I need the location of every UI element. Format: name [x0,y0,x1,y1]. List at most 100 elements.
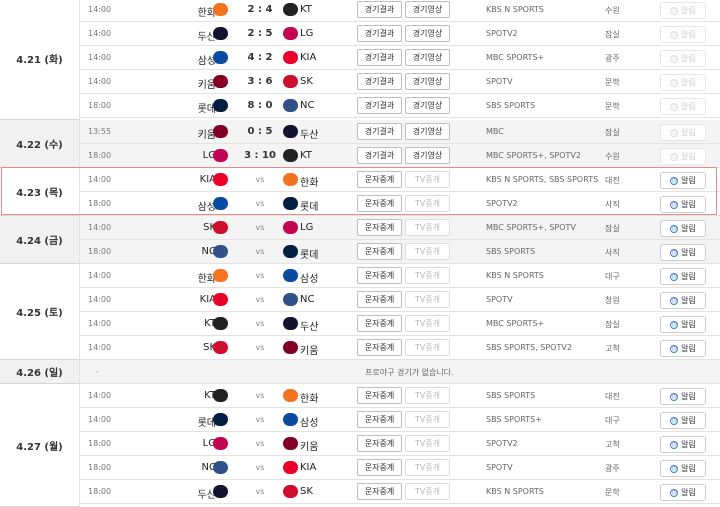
away-team-logo-icon [283,245,298,258]
game-result-button[interactable]: 경기결과 [357,1,402,18]
text-broadcast-button[interactable]: 문자중계 [357,171,402,188]
text-broadcast-button[interactable]: 문자중계 [357,315,402,332]
text-broadcast-button[interactable]: 문자중계 [357,219,402,236]
game-result-button[interactable]: 경기결과 [357,147,402,164]
alarm-button[interactable]: ◷ 알림 [660,292,706,309]
home-team-name: 롯데 [197,418,216,429]
game-result-button[interactable]: 경기결과 [357,123,402,140]
alarm-label: 알림 [681,152,696,161]
alarm-button[interactable]: ◷ 알림 [660,484,706,501]
text-broadcast-button[interactable]: 문자중계 [357,435,402,452]
game-row: 18:00 롯데 8 : 0 NC 경기결과 경기영상 SBS SPORTS 문학 ◷ 알림 [80,94,720,118]
home-team-logo-icon [213,461,228,474]
game-score: 3 : 6 [247,76,273,87]
away-team-logo-icon [283,485,298,498]
home-team-logo-icon [213,3,228,16]
alarm-button[interactable]: ◷ 알림 [660,340,706,357]
broadcaster: SPOTV2 [486,199,518,208]
broadcaster: SPOTV [486,77,513,86]
alarm-button[interactable]: ◷ 알림 [660,388,706,405]
home-team-logo-icon [213,341,228,354]
game-video-button[interactable]: 경기영상 [405,73,450,90]
game-time: 14:00 [88,77,112,86]
text-broadcast-button[interactable]: 문자중계 [357,339,402,356]
home-team-logo-icon [213,99,228,112]
clock-icon: ◷ [670,224,679,233]
game-video-button[interactable]: 경기영상 [405,1,450,18]
alarm-button[interactable]: ◷ 알림 [660,460,706,477]
game-row: 14:00 KIA vs 한화 문자중계 TV중계 KBS N SPORTS, SBS SP… [80,168,720,192]
away-team-logo-icon [283,221,298,234]
game-result-button[interactable]: 경기결과 [357,73,402,90]
stadium: 잠실 [605,224,620,233]
tv-broadcast-button: TV중계 [405,339,450,356]
alarm-label: 알림 [681,464,696,473]
alarm-label: 알림 [681,392,696,401]
stadium: 잠실 [605,30,620,39]
vs-label: vs [255,439,265,448]
alarm-label: 알림 [681,488,696,497]
stadium: 대전 [605,176,620,185]
no-game-dash: - [96,367,99,376]
alarm-button[interactable]: ◷ 알림 [660,268,706,285]
alarm-button[interactable]: ◷ 알림 [660,436,706,453]
alarm-button[interactable]: ◷ 알림 [660,196,706,213]
text-broadcast-button[interactable]: 문자중계 [357,195,402,212]
vs-label: vs [255,295,265,304]
stadium: 수원 [605,152,620,161]
broadcaster: MBC SPORTS+, SPOTV2 [486,151,581,160]
alarm-button[interactable]: ◷ 알림 [660,220,706,237]
home-team-logo-icon [213,317,228,330]
away-team-logo-icon [283,389,298,402]
stadium: 잠실 [605,128,620,137]
away-team-name: 롯데 [300,250,319,261]
alarm-button[interactable]: ◷ 알림 [660,412,706,429]
game-row: 18:00 NC vs 롯데 문자중계 TV중계 SBS SPORTS 사직 ◷ 알림 [80,240,720,264]
away-team-name: KIA [300,52,317,63]
game-video-button[interactable]: 경기영상 [405,123,450,140]
alarm-label: 알림 [681,320,696,329]
tv-broadcast-button: TV중계 [405,483,450,500]
alarm-button: ◷ 알림 [660,26,706,43]
game-row: 14:00 삼성 4 : 2 KIA 경기결과 경기영상 MBC SPORTS+ 광주 ◷ 알림 [80,46,720,70]
text-broadcast-button[interactable]: 문자중계 [357,267,402,284]
home-team-name: NC [201,462,216,473]
broadcaster: SBS SPORTS [486,101,536,110]
alarm-button: ◷ 알림 [660,50,706,67]
home-team-name: LG [202,438,216,449]
alarm-button[interactable]: ◷ 알림 [660,172,706,189]
text-broadcast-button[interactable]: 문자중계 [357,459,402,476]
text-broadcast-button[interactable]: 문자중계 [357,411,402,428]
alarm-button[interactable]: ◷ 알림 [660,316,706,333]
game-result-button[interactable]: 경기결과 [357,25,402,42]
game-row: 14:00 두산 2 : 5 LG 경기결과 경기영상 SPOTV2 잠실 ◷ 알림 [80,22,720,46]
date-label: 4.22 (수) [16,140,63,151]
game-row: 14:00 한화 2 : 4 KT 경기결과 경기영상 KBS N SPORTS 수원 ◷ 알림 [80,0,720,22]
game-video-button[interactable]: 경기영상 [405,25,450,42]
away-team-name: NC [300,100,315,111]
broadcaster: SBS SPORTS [486,391,536,400]
away-team-name: 두산 [300,322,319,333]
text-broadcast-button[interactable]: 문자중계 [357,291,402,308]
game-video-button[interactable]: 경기영상 [405,97,450,114]
text-broadcast-button[interactable]: 문자중계 [357,387,402,404]
broadcaster: SPOTV2 [486,29,518,38]
broadcaster: MBC SPORTS+ [486,53,545,62]
date-cell-0426: 4.26 (일) [0,360,80,384]
text-broadcast-button[interactable]: 문자중계 [357,243,402,260]
game-result-button[interactable]: 경기결과 [357,97,402,114]
game-video-button[interactable]: 경기영상 [405,49,450,66]
game-time: 18:00 [88,463,112,472]
text-broadcast-button[interactable]: 문자중계 [357,483,402,500]
game-time: 14:00 [88,29,112,38]
broadcaster: MBC SPORTS+, SPOTV [486,223,576,232]
schedule-table: { "dates": [ {"label": "4.21 (화)", "grey… [0,0,720,507]
game-result-button[interactable]: 경기결과 [357,49,402,66]
alarm-button[interactable]: ◷ 알림 [660,244,706,261]
date-label: 4.23 (목) [16,188,63,199]
game-time: 18:00 [88,199,112,208]
game-video-button[interactable]: 경기영상 [405,147,450,164]
away-team-logo-icon [283,51,298,64]
date-cell-0423: 4.23 (목) [0,168,80,216]
away-team-logo-icon [283,341,298,354]
